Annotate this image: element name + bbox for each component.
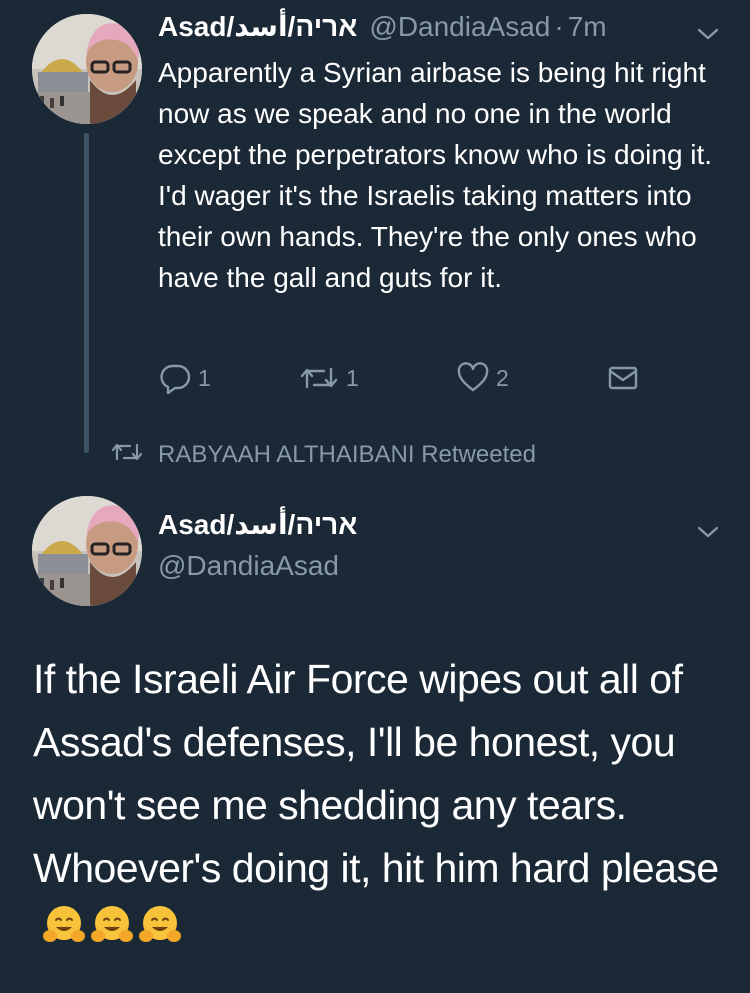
username[interactable]: @DandiaAsad (369, 11, 550, 43)
tweet-text: If the Israeli Air Force wipes out all o… (33, 656, 719, 891)
separator: · (554, 11, 564, 42)
tweet-actions: 1 1 2 (158, 358, 648, 398)
thread-connector (84, 133, 89, 453)
hugging-face-emoji (137, 902, 183, 966)
reply-icon (158, 361, 192, 395)
display-name[interactable]: Asad/אריה/أسد (158, 508, 357, 541)
username[interactable]: @DandiaAsad (158, 550, 339, 582)
retweet-icon (298, 361, 340, 395)
like-count: 2 (496, 364, 509, 391)
display-name[interactable]: Asad/אריה/أسد (158, 10, 357, 43)
message-icon (606, 361, 640, 395)
emoji-group (41, 902, 185, 966)
timeline: Asad/אריה/أسد @DandiaAsad · 7m Apparentl… (0, 0, 750, 993)
avatar[interactable] (32, 496, 142, 606)
retweet-banner[interactable]: RABYAAH ALTHAIBANI Retweeted (110, 438, 536, 472)
chevron-down-icon[interactable] (694, 20, 722, 48)
retweet-banner-text: RABYAAH ALTHAIBANI Retweeted (158, 441, 536, 468)
hugging-face-emoji (89, 902, 135, 966)
reply-count: 1 (198, 364, 211, 391)
tweet-header: Asad/אריה/أسد @DandiaAsad · 7m (158, 10, 718, 50)
like-button[interactable]: 2 (456, 358, 509, 398)
tweet-text: Apparently a Syrian airbase is being hit… (158, 57, 713, 293)
chevron-down-icon[interactable] (694, 518, 722, 546)
retweet-count: 1 (346, 364, 359, 391)
retweet-button[interactable]: 1 (298, 358, 359, 398)
avatar[interactable] (32, 14, 142, 124)
direct-message-button[interactable] (606, 358, 640, 398)
reply-button[interactable]: 1 (158, 358, 211, 398)
timestamp[interactable]: 7m (568, 11, 607, 43)
tweet-text-large: If the Israeli Air Force wipes out all o… (33, 648, 733, 966)
hugging-face-emoji (41, 902, 87, 966)
like-icon (456, 361, 490, 395)
retweet-small-icon (110, 440, 158, 471)
